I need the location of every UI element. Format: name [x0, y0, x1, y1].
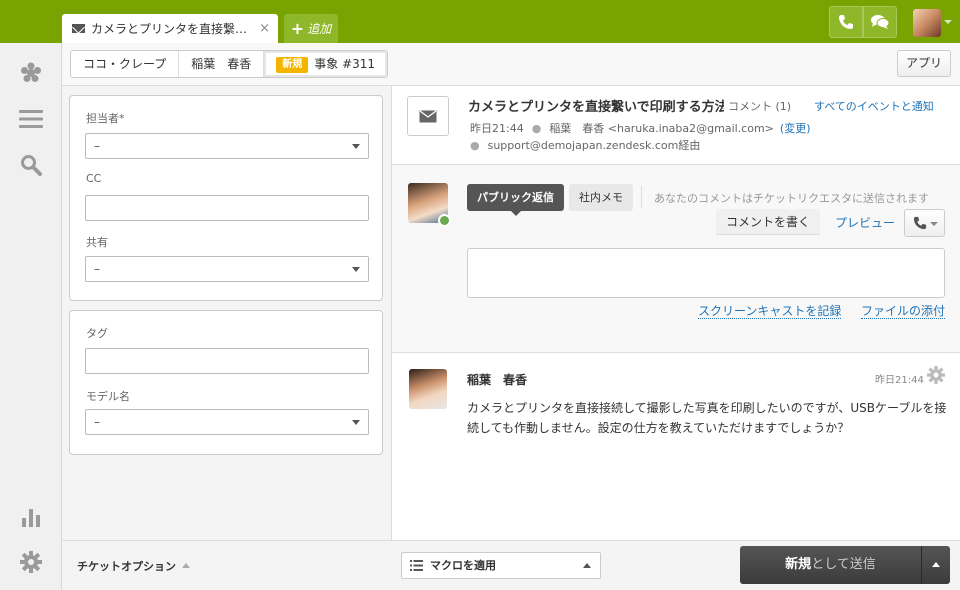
submit-options-button[interactable]: [921, 546, 950, 584]
list-icon: [410, 560, 423, 571]
comment-time: 昨日21:44: [875, 375, 924, 386]
tab-title: カメラとプリンタを直接繋いで…: [91, 22, 256, 36]
all-events-link[interactable]: すべてのイベントと通知: [814, 98, 934, 114]
preview-link[interactable]: プレビュー: [835, 214, 895, 231]
attach-file-link[interactable]: ファイルの添付: [861, 304, 946, 319]
add-tab-button[interactable]: + 追加: [284, 14, 338, 43]
submit-status: 新規: [785, 557, 812, 572]
composer-note: あなたのコメントはチケットリクエスタに送信されます: [654, 192, 929, 205]
share-label: 共有: [86, 236, 108, 249]
mail-icon: [72, 24, 85, 33]
phone-button[interactable]: [829, 6, 863, 38]
comment-gear-icon[interactable]: [927, 366, 945, 387]
agent-badge-icon: [438, 214, 451, 227]
submit-button[interactable]: 新規として送信: [740, 546, 921, 584]
chevron-up-icon: [182, 563, 190, 568]
breadcrumb: ココ・クレープ 稲葉 春香 新規 事象 #311: [70, 50, 389, 78]
model-select[interactable]: –: [85, 409, 369, 435]
breadcrumb-requester[interactable]: 稲葉 春香: [179, 51, 265, 77]
email-channel-icon: [407, 96, 449, 136]
ticket-requester: 稲葉 春香 <haruka.inaba2@gmail.com>: [549, 122, 774, 135]
via-address: support@demojapan.zendesk.com経由: [487, 139, 701, 152]
divider: [641, 186, 642, 208]
ticket-meta: 昨日21:44 ● 稲葉 春香 <haruka.inaba2@gmail.com>(…: [470, 122, 811, 135]
phone-icon: [839, 15, 853, 29]
chevron-down-icon[interactable]: [944, 20, 952, 24]
apply-macro-button[interactable]: マクロを適用: [401, 552, 601, 579]
chat-button[interactable]: [863, 6, 897, 38]
write-comment-tab[interactable]: コメントを書く: [716, 209, 820, 235]
voice-button[interactable]: [904, 209, 945, 237]
change-requester-link[interactable]: (変更): [780, 122, 811, 135]
status-badge: 新規: [276, 57, 309, 73]
ticket-header: ココ・クレープ 稲葉 春香 新規 事象 #311 アプリ: [62, 43, 960, 86]
comment-textarea[interactable]: [467, 248, 945, 298]
breadcrumb-ticket[interactable]: 新規 事象 #311: [264, 51, 388, 77]
ticket-options-button[interactable]: チケットオプション: [77, 558, 190, 574]
comment-body: カメラとプリンタを直接接続して撮影した写真を印刷したいのですが、USBケーブルを…: [467, 401, 947, 435]
divider: [392, 352, 960, 353]
ticket-tab[interactable]: カメラとプリンタを直接繋いで… ×: [62, 14, 278, 43]
assignee-select[interactable]: –: [85, 133, 369, 159]
requester-avatar: [409, 369, 447, 409]
add-tab-label: 追加: [307, 22, 332, 36]
comment-count[interactable]: コメント (1): [728, 98, 791, 114]
breadcrumb-org[interactable]: ココ・クレープ: [71, 51, 180, 77]
apply-macro-label: マクロを適用: [430, 559, 496, 572]
ticket-properties: 担当者* – CC 共有 – タグ モデル名 –: [62, 86, 392, 540]
phone-icon: [913, 216, 927, 230]
internal-note-button[interactable]: 社内メモ: [569, 184, 633, 211]
chevron-down-icon: [930, 222, 938, 226]
ticket-subject[interactable]: カメラとプリンタを直接繋いで印刷する方法: [468, 96, 724, 115]
admin-gear-icon[interactable]: [19, 550, 43, 574]
plus-icon: +: [290, 19, 305, 38]
public-reply-button[interactable]: パブリック返信: [467, 184, 564, 216]
tags-label: タグ: [86, 327, 108, 340]
ticket-main: カメラとプリンタを直接繋いで印刷する方法 コメント (1) すべてのイベントと通…: [392, 86, 960, 540]
comment-author[interactable]: 稲葉 春香: [467, 371, 527, 388]
chat-bubbles-icon: [871, 15, 890, 29]
apps-button[interactable]: アプリ: [897, 50, 951, 77]
custom-fields-card: タグ モデル名 –: [69, 310, 383, 455]
views-icon[interactable]: [19, 107, 43, 131]
properties-card: 担当者* – CC 共有 –: [69, 95, 383, 301]
top-bar: カメラとプリンタを直接繋いで… × + 追加: [0, 0, 960, 43]
cc-field[interactable]: [85, 195, 369, 221]
ticket-options-label: チケットオプション: [77, 560, 176, 573]
logo-icon[interactable]: [19, 61, 43, 85]
bottom-bar: チケットオプション マクロを適用 新規として送信: [62, 540, 960, 590]
ticket-via: ● support@demojapan.zendesk.com経由: [470, 139, 701, 152]
search-icon[interactable]: [19, 153, 43, 177]
user-avatar[interactable]: [913, 9, 941, 37]
tags-field[interactable]: [85, 348, 369, 374]
screencast-link[interactable]: スクリーンキャストを記録: [698, 304, 842, 319]
submit-label: として送信: [811, 557, 876, 572]
left-nav: [0, 43, 62, 590]
reports-icon[interactable]: [19, 505, 43, 529]
cc-label: CC: [86, 172, 102, 185]
ticket-time: 昨日21:44: [470, 122, 524, 135]
ticket-id: 事象 #311: [314, 57, 376, 71]
chevron-up-icon: [583, 563, 591, 568]
assignee-label: 担当者*: [86, 112, 125, 125]
close-icon[interactable]: ×: [259, 21, 270, 36]
share-select[interactable]: –: [85, 256, 369, 282]
model-label: モデル名: [86, 390, 130, 403]
